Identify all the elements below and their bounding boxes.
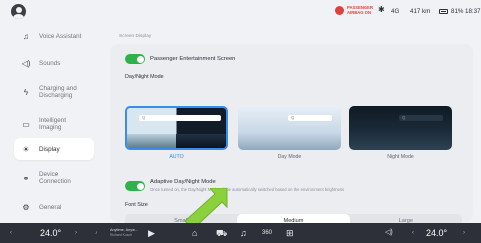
temp-up-left-icon[interactable]: › [75,223,77,243]
theme-auto-option[interactable] [125,106,228,150]
settings-sidebar: ♫ Voice Assistant ◁) Sounds ϟ Charging a… [0,24,100,220]
apps-grid-icon[interactable]: ⊞ [286,223,294,243]
font-size-label: Font Size [125,202,148,208]
gear-icon: ⚙ [22,202,30,212]
day-half-preview [127,134,178,148]
battery-icon [439,9,448,14]
settings-screen: PASSENGER AIRBAG ON ✱ 4G 417 km 81% 18:3… [0,0,481,243]
night-half-preview [176,134,226,148]
right-temperature[interactable]: 24.0° [426,223,447,243]
song-artist: Richard Kusch [110,233,133,237]
preview-search-bar [399,115,443,121]
music-icon[interactable]: ♫ [240,223,247,243]
range-text: 417 km [410,8,431,15]
airbag-icon [335,6,344,15]
home-icon[interactable]: ⌂ [192,223,197,243]
day-night-mode-label: Day/Night Mode [125,74,164,80]
fan-360-icon[interactable]: 360 [262,223,272,243]
sidebar-item-label: General [39,203,62,211]
section-title: Screen Display [119,34,152,39]
sun-icon: ☀ [22,144,30,154]
status-bar: PASSENGER AIRBAG ON ✱ 4G 417 km 81% 18:3… [0,0,481,24]
car-icon[interactable]: ⛟ [216,223,227,243]
sidebar-item-label: Intelligent Imaging [39,117,66,131]
link-icon: ⚭ [22,173,30,183]
theme-day-label: Day Mode [277,154,302,160]
bluetooth-icon: ✱ [378,5,385,14]
theme-night-option[interactable] [349,106,452,150]
temp-up-right-icon[interactable]: › [463,223,465,243]
display-settings-pane: Screen Display Passenger Entertainment S… [104,24,474,230]
theme-day-option[interactable] [238,106,341,150]
theme-night-label: Night Mode [387,154,414,160]
camera-icon: ▭ [22,119,30,129]
sidebar-item-charging[interactable]: ϟ Charging and Discharging [14,81,94,103]
sidebar-item-general[interactable]: ⚙ General [14,196,94,218]
adaptive-mode-help: Once turned on, the Day/Night Mode will … [150,187,345,192]
volume-icon[interactable]: ◁) [385,223,393,243]
temp-down-left-icon[interactable]: ‹ [10,223,12,243]
sidebar-item-intelligent-imaging[interactable]: ▭ Intelligent Imaging [14,113,94,135]
preview-search-bar [288,115,332,121]
sidebar-item-label: Display [39,145,60,153]
sidebar-item-display[interactable]: ☀ Display [14,138,94,160]
sidebar-item-sounds[interactable]: ◁) Sounds [14,52,94,74]
sidebar-item-label: Sounds [39,59,61,67]
display-settings-card: Passenger Entertainment Screen Day/Night… [110,44,473,229]
left-temperature[interactable]: 24.0° [40,223,61,243]
adaptive-mode-toggle[interactable] [125,181,145,191]
user-avatar-icon[interactable] [11,4,26,19]
sidebar-item-label: Device Connection [39,171,71,185]
theme-auto-label: AUTO [169,154,184,160]
song-title: Anytime, Anyw... [110,228,138,232]
passenger-screen-toggle[interactable] [125,54,145,64]
play-icon[interactable]: ▶ [148,223,155,243]
lightning-icon: ϟ [23,87,29,97]
signal-indicator: 4G [391,8,400,15]
bell-icon: ♫ [23,31,29,41]
music-note-icon: ♪ [95,230,98,236]
temp-down-right-icon[interactable]: ‹ [412,223,414,243]
sidebar-item-voice-assistant[interactable]: ♫ Voice Assistant [14,25,94,47]
bottom-control-bar: ‹ 24.0° › ♪ Anytime, Anyw... Richard Kus… [0,223,481,243]
battery-percent: 81% [451,8,464,15]
sidebar-item-label: Voice Assistant [39,32,82,40]
sidebar-item-label: Charging and Discharging [39,85,77,99]
preview-search-bar [139,115,221,121]
passenger-screen-label: Passenger Entertainment Screen [150,56,236,62]
speaker-icon: ◁) [21,58,31,68]
sidebar-item-device-connection[interactable]: ⚭ Device Connection [14,167,94,189]
adaptive-mode-label: Adaptive Day/Night Mode [150,179,216,185]
clock: 18:37 [465,8,481,15]
